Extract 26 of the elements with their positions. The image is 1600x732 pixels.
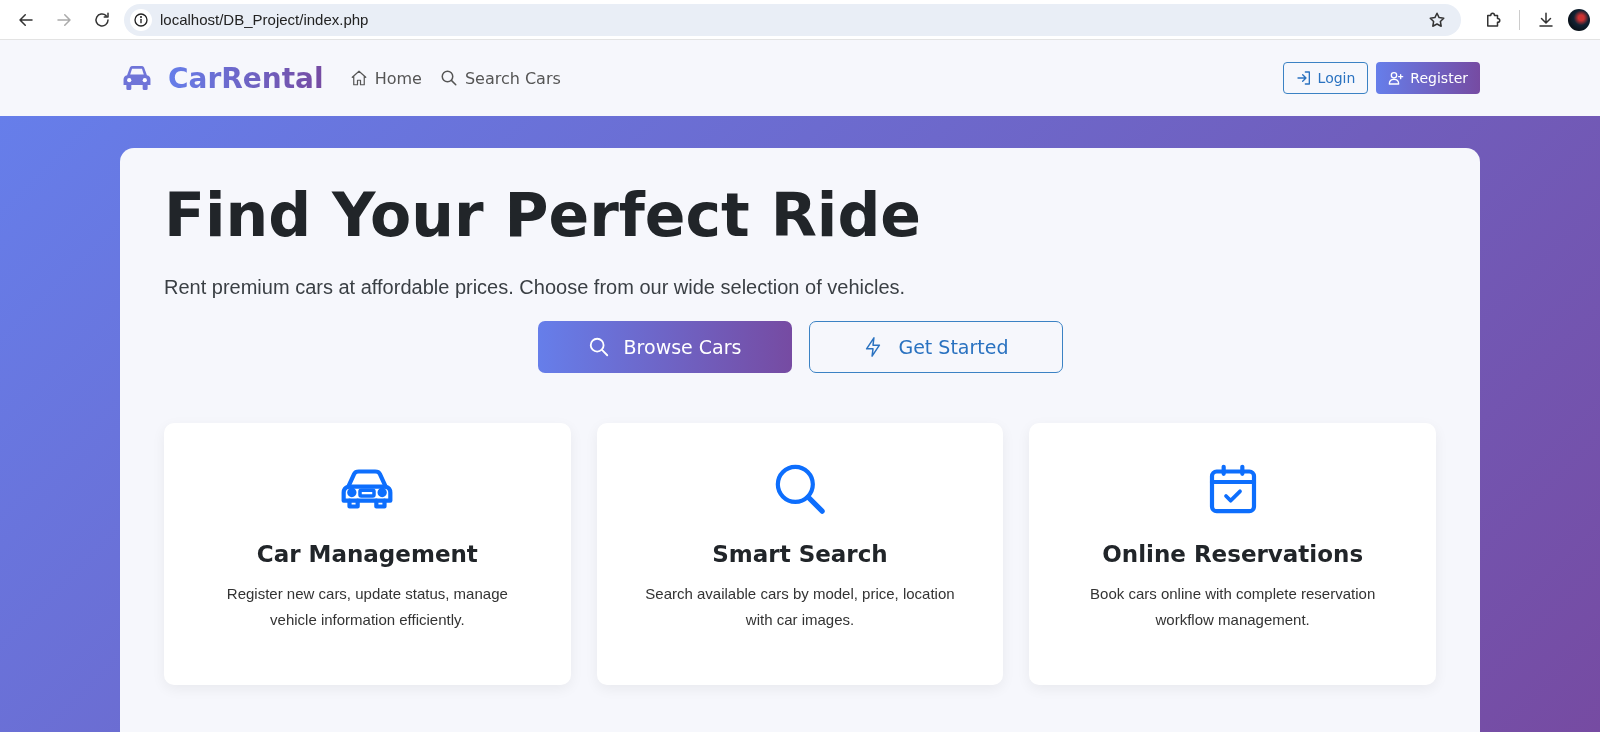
user-plus-icon xyxy=(1388,70,1405,86)
info-icon xyxy=(133,11,149,28)
search-icon xyxy=(439,69,458,87)
profile-avatar[interactable] xyxy=(1568,8,1590,31)
hero-title: Find Your Perfect Ride xyxy=(164,179,923,252)
home-icon xyxy=(349,69,368,87)
puzzle-icon xyxy=(1484,10,1502,29)
browse-cars-button[interactable]: Browse Cars xyxy=(537,321,792,373)
login-icon xyxy=(1295,70,1312,86)
search-icon xyxy=(587,336,610,358)
nav-link[interactable]: Home xyxy=(349,68,422,88)
star-icon xyxy=(1428,10,1446,29)
login-button[interactable]: Login xyxy=(1282,62,1369,94)
address-bar[interactable]: localhost/DB_Project/index.php xyxy=(124,3,1461,36)
get-started-button[interactable]: Get Started xyxy=(808,321,1063,373)
register-button[interactable]: Register xyxy=(1376,62,1480,94)
feature-description: Register new cars, update status, manage vehicle information efficiently. xyxy=(225,584,509,631)
feature-title: Smart Search xyxy=(712,541,888,567)
feature-title: Car Management xyxy=(256,541,478,567)
feature-description: Book cars online with complete reservation workflow management. xyxy=(1089,584,1377,631)
download-icon xyxy=(1537,10,1555,29)
hero-subtitle: Rent premium cars at affordable prices. Choose from our wide selection of vehicles. xyxy=(164,276,907,299)
feature-title: Online Reservations xyxy=(1102,541,1364,567)
reload-icon xyxy=(93,10,111,29)
nav-link[interactable]: Search Cars xyxy=(439,68,561,88)
feature-description: Search available cars by model, price, location with car images. xyxy=(644,584,956,631)
